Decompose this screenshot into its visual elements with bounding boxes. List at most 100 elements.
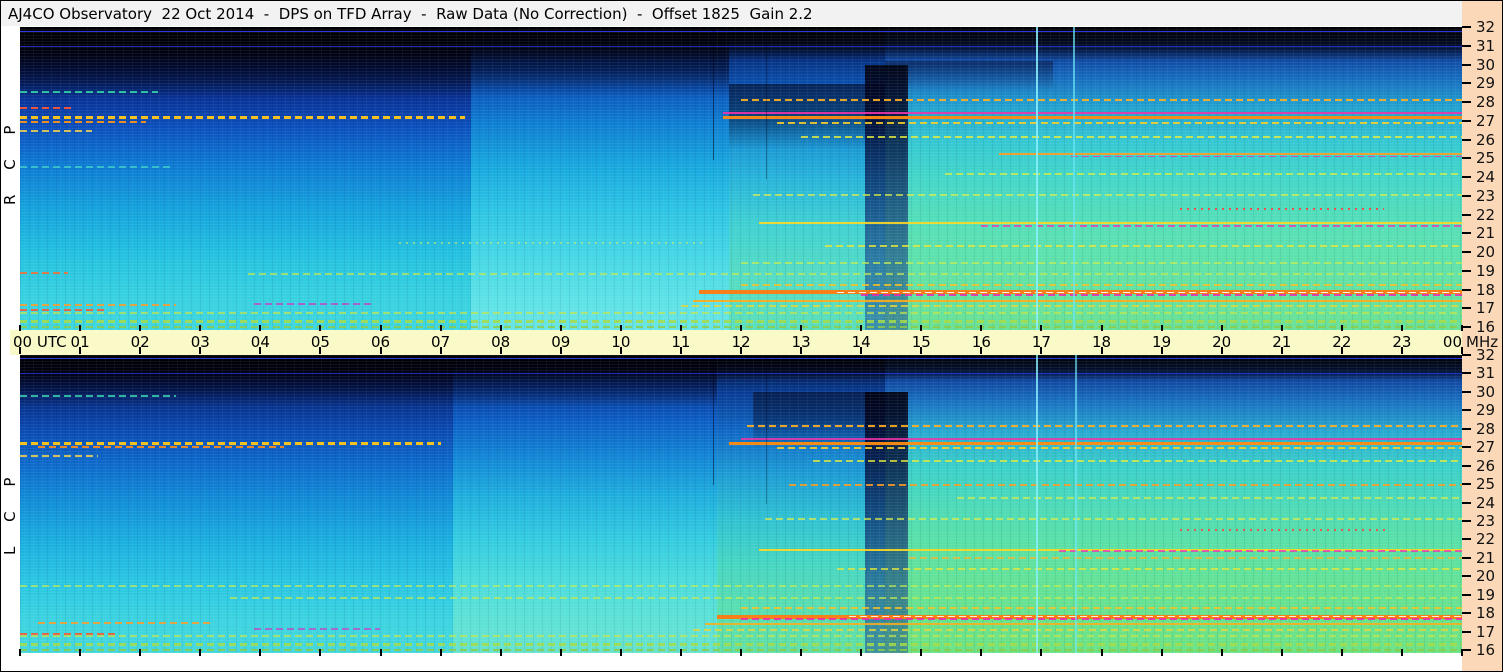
freq-tick-label: 23 (1476, 186, 1496, 205)
freq-tick-label: 18 (1476, 604, 1496, 623)
hour-label: 22 (1332, 333, 1352, 351)
freq-tick-label: 20 (1476, 567, 1496, 586)
rfi-line (20, 116, 465, 120)
rfi-line (20, 31, 1462, 33)
freq-tick-label: 29 (1476, 74, 1496, 93)
freq-tick-label: 16 (1476, 641, 1496, 659)
hour-label: 21 (1272, 333, 1292, 351)
freq-tick (1462, 649, 1471, 651)
rfi-line (999, 152, 1462, 155)
freq-tick (1462, 82, 1471, 85)
rfi-line (20, 643, 1462, 647)
rfi-line (813, 460, 1462, 463)
rfi-line (837, 291, 1462, 293)
rfi-line (741, 437, 1462, 440)
freq-tick (1462, 630, 1471, 633)
bright-vertical-event-line (1075, 355, 1078, 653)
freq-tick (1462, 213, 1471, 216)
freq-tick (1462, 575, 1471, 578)
hour-label: 18 (1091, 333, 1112, 351)
freq-tick-label: 17 (1476, 299, 1496, 318)
freq-tick-label: 17 (1476, 622, 1496, 641)
freq-tick (1462, 307, 1471, 310)
spectrogram-rcp-panel (20, 27, 1462, 330)
title-bar: AJ4CO Observatory 22 Oct 2014 - DPS on T… (1, 1, 1462, 26)
freq-tick-label: 28 (1476, 93, 1496, 111)
rfi-line (20, 394, 177, 397)
freq-tick (1462, 326, 1471, 328)
hour-label: 08 (491, 333, 511, 351)
rfi-line (741, 261, 1462, 264)
freq-tick-label: 18 (1476, 280, 1496, 299)
freq-tick-label: 32 (1476, 18, 1496, 36)
hour-label: 01 (70, 333, 90, 351)
freq-tick-label: 20 (1476, 243, 1496, 261)
hour-label: 10 (611, 333, 631, 351)
rfi-line (722, 116, 1462, 120)
rfi-line (759, 222, 1462, 224)
rfi-line (692, 628, 1462, 631)
hour-label: 14 (851, 333, 871, 351)
freq-tick (1462, 157, 1471, 160)
freq-tick (1462, 194, 1471, 197)
rfi-line (837, 568, 1462, 571)
rfi-line (741, 98, 1462, 101)
freq-tick (1462, 354, 1471, 356)
freq-tick (1462, 288, 1471, 291)
freq-tick-label: 21 (1476, 548, 1496, 567)
hour-label: 00 (1442, 333, 1462, 351)
freq-tick-label: 22 (1476, 205, 1496, 224)
hour-label: 15 (911, 333, 931, 351)
freq-tick (1462, 44, 1471, 47)
freq-tick-label: 27 (1476, 438, 1496, 457)
freq-tick-label: 21 (1476, 224, 1496, 243)
freq-tick-label: 29 (1476, 401, 1496, 420)
rfi-line (38, 446, 285, 449)
freq-tick-label: 30 (1476, 382, 1496, 401)
freq-tick (1462, 26, 1471, 28)
bright-vertical-event-line (1035, 27, 1039, 330)
freq-tick (1462, 176, 1471, 178)
hour-label: 07 (431, 333, 451, 351)
freq-tick (1462, 538, 1471, 541)
rfi-line (1059, 550, 1462, 553)
rfi-line (20, 130, 93, 133)
rcp-polarization-label: R C P (1, 115, 19, 205)
lcp-polarization-label: L C P (1, 467, 19, 555)
rfi-line (861, 293, 1462, 296)
freq-tick-label: 27 (1476, 111, 1496, 130)
freq-tick-label: 24 (1476, 493, 1496, 512)
freq-tick (1462, 101, 1471, 103)
freq-tick-label: 22 (1476, 530, 1496, 549)
rfi-line (20, 309, 105, 312)
hour-label: 04 (250, 333, 270, 351)
freq-tick (1462, 464, 1471, 467)
rfi-line (741, 607, 1462, 610)
hour-label: 11 (671, 333, 691, 351)
rfi-line (909, 557, 1462, 559)
rfi-line (20, 311, 1462, 314)
freq-tick (1462, 593, 1471, 596)
rfi-line (230, 597, 1462, 600)
faint-dark-vertical-line (765, 27, 767, 179)
faint-dark-vertical-line (713, 27, 715, 160)
freq-tick-label: 31 (1476, 364, 1496, 383)
rfi-line (20, 358, 1462, 360)
freq-tick (1462, 372, 1471, 375)
rfi-line (20, 272, 69, 275)
freq-tick (1462, 427, 1471, 430)
freq-tick (1462, 612, 1471, 615)
hour-label: 12 (731, 333, 751, 351)
freq-tick-label: 28 (1476, 419, 1496, 438)
rfi-line (398, 241, 705, 244)
spectrogram-lcp-panel (20, 355, 1462, 653)
rfi-line (957, 497, 1462, 500)
bright-vertical-event-line (1035, 355, 1039, 653)
rfi-line (20, 373, 1462, 375)
mhz-unit-label: MHz (1466, 333, 1499, 351)
hour-label: 06 (370, 333, 391, 351)
spectrogram-app-window: AJ4CO Observatory 22 Oct 2014 - DPS on T… (0, 0, 1503, 672)
rfi-line (20, 120, 147, 123)
rfi-line (20, 454, 99, 457)
rfi-line (20, 304, 177, 307)
